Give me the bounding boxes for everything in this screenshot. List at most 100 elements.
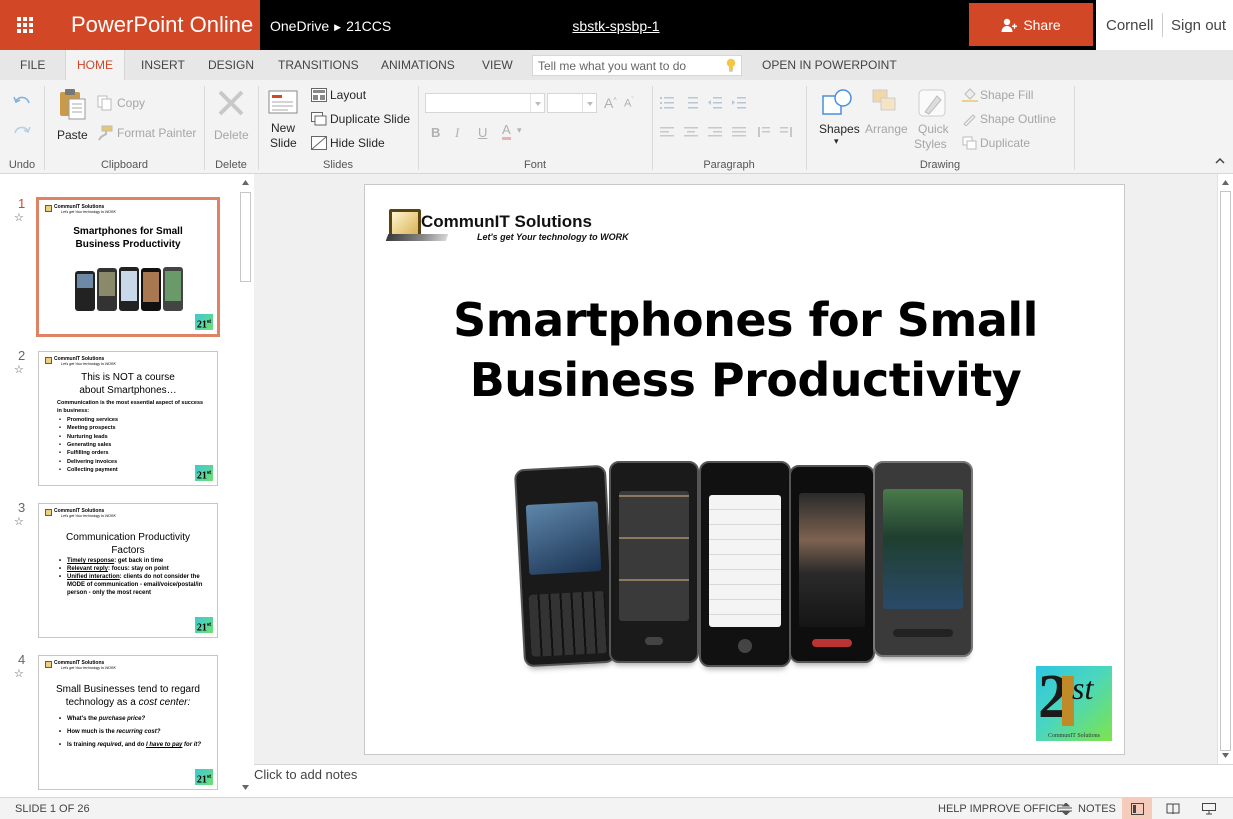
- hide-slide-button[interactable]: Hide Slide: [311, 135, 401, 153]
- breadcrumb: OneDrive ▶ 21CCS: [270, 0, 391, 50]
- breadcrumb-folder[interactable]: 21CCS: [346, 18, 391, 34]
- tab-home[interactable]: HOME: [65, 50, 125, 80]
- slide-thumbnail-2[interactable]: CommunIT Solutions Let's get Your technol…: [38, 351, 218, 486]
- current-slide[interactable]: CommunIT Solutions Let's get Your techno…: [364, 184, 1125, 755]
- font-size-dropdown[interactable]: [547, 93, 597, 113]
- slide-scrollbar[interactable]: [1217, 174, 1233, 764]
- 21st-logo: 2 1 st CommunIT Solutions: [1036, 663, 1112, 741]
- duplicate-shape-button[interactable]: Duplicate: [962, 135, 1042, 153]
- thumbnail-title: Smartphones for Small Business Productiv…: [73, 226, 183, 250]
- chevron-down-icon[interactable]: ▾: [517, 125, 522, 136]
- notes-toggle-button[interactable]: NOTES: [1060, 798, 1116, 819]
- alignment-icons[interactable]: [660, 126, 800, 140]
- scrollbar-thumb[interactable]: [240, 192, 251, 282]
- thumbnail-body: What's the purchase price? How much is t…: [59, 715, 209, 750]
- slide-thumbnail-4[interactable]: CommunIT Solutions Let's get Your technol…: [38, 655, 218, 790]
- font-color-icon[interactable]: A: [502, 123, 511, 140]
- layout-button[interactable]: Layout: [311, 87, 401, 105]
- thumbnail-title: This is NOT a course about Smartphones…: [79, 372, 177, 396]
- document-title[interactable]: sbstk-spsbp-1: [560, 0, 672, 50]
- quick-styles-label-1: Quick: [918, 122, 949, 136]
- thumbnail-scrollbar[interactable]: [238, 174, 253, 797]
- reading-view-button[interactable]: [1158, 798, 1188, 819]
- animation-star-icon: ☆: [14, 364, 24, 376]
- tab-view[interactable]: VIEW: [482, 50, 513, 80]
- scroll-down-icon[interactable]: [1221, 751, 1230, 760]
- delete-group-label: Delete: [215, 159, 247, 171]
- animation-star-icon: ☆: [14, 668, 24, 680]
- slideshow-icon: [1202, 803, 1216, 815]
- logo-name: CommunIT Solutions: [421, 212, 592, 231]
- shrink-font-icon[interactable]: Aˇ: [624, 97, 634, 110]
- group-separator: [652, 86, 653, 170]
- group-separator: [806, 86, 807, 170]
- tell-me-input[interactable]: [533, 56, 713, 75]
- shapes-button[interactable]: Shapes ▾: [815, 86, 861, 156]
- format-painter-button[interactable]: Format Painter: [97, 125, 199, 143]
- notes-label: NOTES: [1078, 803, 1116, 815]
- shapes-icon: [822, 89, 852, 115]
- quick-styles-button[interactable]: Quick Styles: [912, 86, 956, 156]
- redo-icon[interactable]: [12, 124, 32, 140]
- slideshow-view-button[interactable]: [1194, 798, 1224, 819]
- shape-outline-button[interactable]: Shape Outline: [962, 111, 1066, 129]
- 21st-logo: 21st: [195, 769, 213, 785]
- scroll-up-icon[interactable]: [1221, 178, 1230, 187]
- blackberry-phone: [513, 464, 617, 668]
- slide-title-line-1: Smartphones for Small: [453, 293, 1038, 347]
- logo-slab-icon: [385, 234, 449, 241]
- scroll-down-icon[interactable]: [241, 783, 250, 792]
- new-slide-button[interactable]: New Slide: [264, 86, 304, 152]
- sign-out-link[interactable]: Sign out: [1171, 0, 1226, 52]
- normal-view-button[interactable]: [1122, 798, 1152, 819]
- slide-thumbnail-1[interactable]: CommunIT Solutions Let's get Your technol…: [36, 197, 220, 337]
- grow-font-icon[interactable]: A^: [604, 95, 617, 111]
- breadcrumb-onedrive[interactable]: OneDrive: [270, 18, 329, 34]
- slide-title[interactable]: Smartphones for Small Business Productiv…: [365, 290, 1124, 410]
- tab-design[interactable]: DESIGN: [208, 50, 254, 80]
- company-logo: CommunIT Solutions Let's get Your technol…: [45, 508, 116, 519]
- tell-me-box[interactable]: [532, 55, 742, 76]
- share-button[interactable]: Share: [969, 3, 1093, 46]
- delete-button[interactable]: Delete: [210, 86, 252, 146]
- open-in-powerpoint-button[interactable]: OPEN IN POWERPOINT: [762, 50, 897, 80]
- user-area: Cornell Sign out: [1096, 0, 1233, 50]
- shape-fill-button[interactable]: Shape Fill: [962, 87, 1062, 105]
- italic-icon[interactable]: I: [455, 125, 459, 141]
- scroll-up-icon[interactable]: [241, 178, 250, 187]
- animation-star-icon: ☆: [14, 212, 24, 224]
- help-improve-office-link[interactable]: HELP IMPROVE OFFICE: [938, 803, 1064, 815]
- duplicate-slide-button[interactable]: Duplicate Slide: [311, 111, 421, 129]
- notes-pane[interactable]: Click to add notes: [254, 764, 1233, 797]
- underline-icon[interactable]: U: [478, 125, 487, 140]
- copy-button[interactable]: Copy: [97, 95, 157, 113]
- bold-icon[interactable]: B: [431, 125, 440, 140]
- tab-insert[interactable]: INSERT: [141, 50, 185, 80]
- slide-thumbnail-3[interactable]: CommunIT Solutions Let's get Your technol…: [38, 503, 218, 638]
- scrollbar-thumb[interactable]: [1220, 191, 1231, 751]
- layout-icon: [311, 88, 327, 102]
- font-family-dropdown[interactable]: [425, 93, 545, 113]
- slide-counter: SLIDE 1 OF 26: [15, 803, 90, 815]
- paste-button[interactable]: Paste: [52, 86, 92, 146]
- quick-styles-icon: [918, 89, 946, 117]
- user-name[interactable]: Cornell: [1106, 0, 1154, 52]
- delete-x-icon: [218, 90, 244, 116]
- tab-file[interactable]: FILE: [20, 50, 45, 80]
- slide-thumbnail-panel: 1 ☆ CommunIT Solutions Let's get Your tec…: [0, 174, 253, 797]
- tab-transitions[interactable]: TRANSITIONS: [278, 50, 359, 80]
- slide-number: 3: [18, 500, 26, 515]
- tab-animations[interactable]: ANIMATIONS: [381, 50, 455, 80]
- slide-title-line-2: Business Productivity: [469, 353, 1022, 407]
- collapse-ribbon-icon[interactable]: [1213, 154, 1227, 168]
- app-launcher-button[interactable]: [0, 0, 50, 50]
- new-slide-label-2: Slide: [270, 136, 297, 150]
- smartphones-image[interactable]: [513, 461, 979, 671]
- list-indent-icons[interactable]: [660, 96, 800, 110]
- undo-icon[interactable]: [12, 94, 32, 110]
- 21st-logo: 21st: [195, 465, 213, 481]
- new-slide-label-1: New: [271, 121, 296, 135]
- arrange-button[interactable]: Arrange: [864, 86, 910, 156]
- app-name[interactable]: PowerPoint Online: [50, 0, 260, 50]
- delete-label: Delete: [214, 128, 249, 142]
